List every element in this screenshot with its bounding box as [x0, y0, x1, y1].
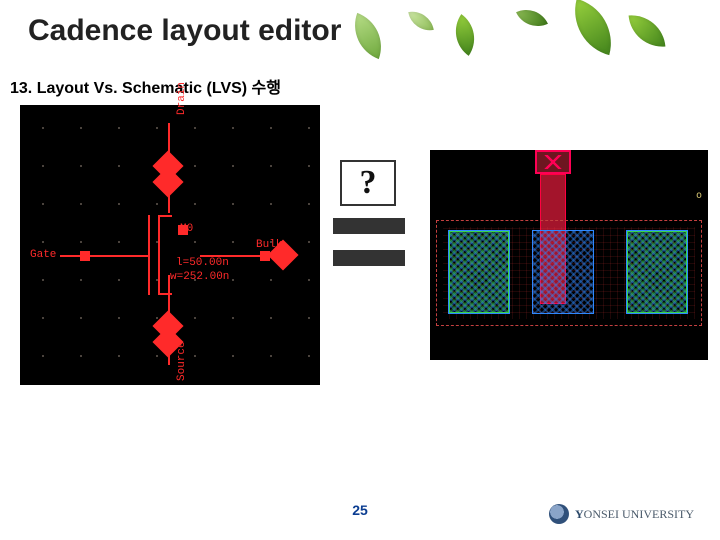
university-name: YONSEI UNIVERSITY: [575, 507, 694, 522]
schematic-view: Drain Gate Bulk Source M0 l=50.00n w=252…: [20, 105, 320, 385]
port-label-source: Source: [176, 341, 188, 381]
port-label-drain: Drain: [176, 82, 188, 115]
decorative-leaves: [320, 0, 700, 60]
layout-active-region: [448, 230, 510, 314]
layout-marker-label: o: [696, 190, 702, 201]
layout-active-region: [532, 230, 594, 314]
lvs-question-box: ?: [340, 160, 396, 206]
layout-top-contact: [535, 150, 571, 174]
layout-view: o: [430, 150, 708, 360]
section-heading: 13. Layout Vs. Schematic (LVS) 수행: [10, 74, 281, 98]
page-number: 25: [352, 502, 368, 518]
lvs-equals-bar-top: [333, 218, 405, 234]
eagle-icon: [549, 504, 569, 524]
question-mark-icon: ?: [360, 164, 377, 202]
university-logo: YONSEI UNIVERSITY: [549, 504, 694, 524]
param-l: l=50.00n: [176, 257, 229, 269]
param-w: w=252.00n: [170, 271, 229, 283]
port-label-bulk: Bulk: [256, 239, 282, 251]
device-name: M0: [180, 223, 193, 235]
port-label-gate: Gate: [30, 249, 56, 261]
layout-active-region: [626, 230, 688, 314]
page-title: Cadence layout editor: [28, 14, 341, 48]
lvs-equals-bar-bottom: [333, 250, 405, 266]
